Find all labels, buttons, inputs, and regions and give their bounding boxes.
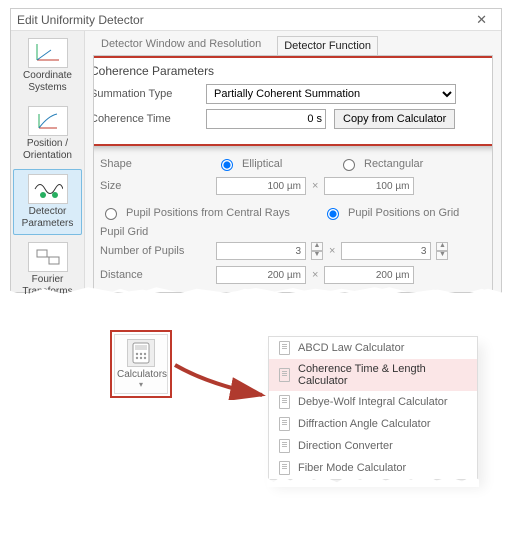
summation-type-label: Summation Type	[93, 88, 198, 100]
distance-x-input[interactable]	[216, 266, 306, 284]
calc-page-icon	[279, 341, 290, 355]
titlebar: Edit Uniformity Detector ✕	[11, 9, 501, 31]
pupil-from-rays-label: Pupil Positions from Central Rays	[126, 207, 316, 219]
axes-icon	[28, 38, 68, 68]
sidebar: Coordinate Systems Position / Orientatio…	[11, 31, 85, 292]
sidebar-item-fourier-transforms[interactable]: Fourier Transforms	[13, 237, 82, 303]
calc-page-icon	[279, 439, 290, 453]
calculators-label: Calculators	[117, 369, 165, 380]
num-pupils-x-input[interactable]	[216, 242, 306, 260]
size-x-input[interactable]	[216, 177, 306, 195]
calc-page-icon	[279, 417, 290, 431]
calculator-icon	[127, 339, 155, 367]
edit-uniformity-detector-dialog: Edit Uniformity Detector ✕ Coordinate Sy…	[10, 8, 502, 293]
shape-label: Shape	[100, 158, 210, 170]
group-title: Coherence Parameters	[93, 64, 493, 78]
sidebar-item-detector-parameters[interactable]: Detector Parameters	[13, 169, 82, 235]
pupil-from-rays-radio[interactable]	[105, 208, 117, 220]
tab-detector-window[interactable]: Detector Window and Resolution	[95, 35, 267, 55]
tab-pane: Coherence Parameters Summation Type Part…	[93, 55, 493, 293]
menu-item-coherence[interactable]: Coherence Time & Length Calculator	[269, 359, 477, 391]
calc-page-icon	[279, 368, 290, 382]
times-symbol: ×	[312, 269, 318, 281]
close-icon[interactable]: ✕	[468, 12, 495, 28]
calculators-button-highlight: Calculators ▾	[110, 330, 172, 398]
menu-item-abcd[interactable]: ABCD Law Calculator	[269, 337, 477, 359]
times-symbol: ×	[312, 180, 318, 192]
tab-detector-function[interactable]: Detector Function	[277, 36, 378, 56]
menu-item-debye-wolf[interactable]: Debye-Wolf Integral Calculator	[269, 391, 477, 413]
distance-label: Distance	[100, 269, 210, 281]
calc-page-icon	[279, 461, 290, 475]
summation-type-select[interactable]: Partially Coherent Summation	[206, 84, 456, 104]
calculators-menu: ABCD Law Calculator Coherence Time & Len…	[268, 336, 478, 480]
fourier-icon	[28, 242, 68, 272]
menu-item-fiber[interactable]: Fiber Mode Calculator	[269, 457, 477, 479]
times-symbol: ×	[329, 245, 335, 257]
orientation-icon	[28, 106, 68, 136]
arrow-icon	[170, 360, 270, 400]
shape-elliptical-label: Elliptical	[242, 158, 332, 170]
sidebar-item-label: Position / Orientation	[16, 138, 79, 162]
shape-elliptical-radio[interactable]	[221, 159, 233, 171]
dialog-title: Edit Uniformity Detector	[17, 13, 144, 27]
coherence-time-input[interactable]	[206, 109, 326, 129]
coherence-parameters-group: Coherence Parameters Summation Type Part…	[93, 56, 493, 146]
pupil-grid-label: Pupil Grid	[100, 226, 482, 238]
spinner-icon[interactable]: ▲▼	[311, 242, 323, 260]
waveform-icon	[28, 174, 68, 204]
num-pupils-label: Number of Pupils	[100, 245, 210, 257]
coherence-time-label: Coherence Time	[93, 113, 198, 125]
spinner-icon[interactable]: ▲▼	[436, 242, 448, 260]
pupil-on-grid-label: Pupil Positions on Grid	[348, 207, 459, 219]
sidebar-item-coordinate-systems[interactable]: Coordinate Systems	[13, 33, 82, 99]
sidebar-item-label: Detector Parameters	[16, 206, 79, 230]
shape-rectangular-label: Rectangular	[364, 158, 423, 170]
calculators-button[interactable]: Calculators ▾	[114, 334, 168, 394]
tab-strip: Detector Window and Resolution Detector …	[93, 35, 493, 55]
menu-item-direction[interactable]: Direction Converter	[269, 435, 477, 457]
calc-page-icon	[279, 395, 290, 409]
size-label: Size	[100, 180, 210, 192]
copy-from-calculator-button[interactable]: Copy from Calculator	[334, 109, 455, 129]
pupil-on-grid-radio[interactable]	[327, 208, 339, 220]
size-y-input[interactable]	[324, 177, 414, 195]
sidebar-item-position-orientation[interactable]: Position / Orientation	[13, 101, 82, 167]
sidebar-item-label: Coordinate Systems	[16, 70, 79, 94]
shape-rectangular-radio[interactable]	[343, 159, 355, 171]
num-pupils-y-input[interactable]	[341, 242, 431, 260]
distance-y-input[interactable]	[324, 266, 414, 284]
sidebar-item-label: Fourier Transforms	[16, 274, 79, 298]
detector-form: Shape Elliptical Rectangular Size ×	[100, 156, 482, 290]
menu-item-diffraction[interactable]: Diffraction Angle Calculator	[269, 413, 477, 435]
